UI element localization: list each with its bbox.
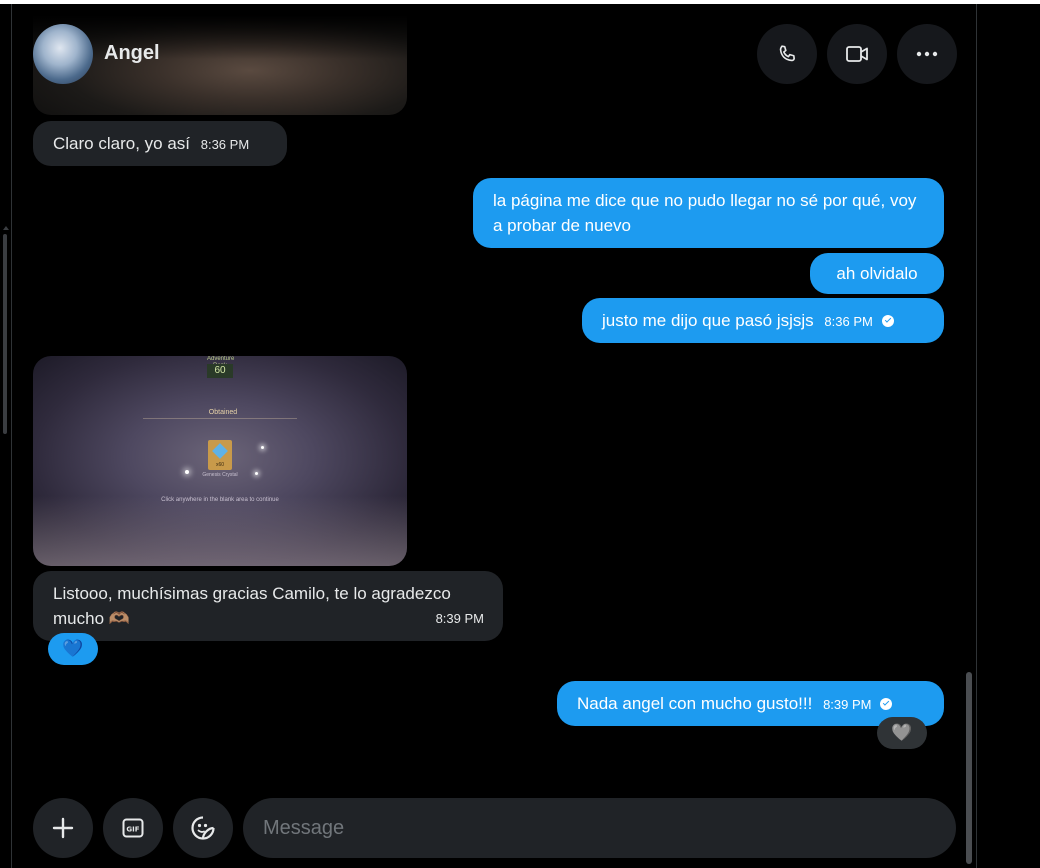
reaction-emoji: 💙 (62, 639, 84, 658)
video-call-button[interactable] (827, 24, 887, 84)
phone-icon (779, 45, 795, 62)
more-options-button[interactable] (897, 24, 957, 84)
message-text: Listooo, muchísimas gracias Camilo, te l… (53, 584, 451, 628)
video-icon (846, 46, 868, 62)
obtained-label: Obtained (208, 409, 238, 416)
rank-value: 60 (207, 364, 233, 378)
message-time: 8:39 PM (823, 697, 872, 712)
sticker-icon (191, 816, 215, 840)
panel-right-border (976, 4, 977, 868)
message-time: 8:36 PM (200, 137, 250, 152)
sticker-button[interactable] (173, 798, 233, 858)
conversation-scrollbar[interactable] (966, 672, 972, 864)
sparkle (261, 446, 264, 449)
more-icon (916, 51, 938, 57)
reaction-badge[interactable]: 🩶 (877, 717, 927, 749)
message-time: 8:36 PM (824, 314, 873, 329)
read-receipt-icon (881, 315, 894, 327)
message-text: la página me dice que no pudo llegar no … (493, 191, 917, 235)
reaction-emoji: 🩶 (891, 723, 913, 742)
item-card: x60 (208, 440, 232, 470)
svg-text:GIF: GIF (126, 826, 139, 834)
message-time: 8:39 PM (435, 611, 484, 626)
contact-name[interactable]: Angel (104, 42, 160, 65)
message-bubble-outgoing[interactable]: ah olvidalo (810, 253, 944, 294)
reaction-badge[interactable]: 💙 (48, 633, 98, 665)
image-attachment[interactable]: Adventure Rank 60 Obtained x60 Genesis C… (33, 356, 407, 566)
left-scrollbar[interactable] (3, 234, 7, 434)
gif-button[interactable]: GIF (103, 798, 163, 858)
message-text: Nada angel con mucho gusto!!! (577, 694, 813, 713)
sparkle (255, 472, 258, 475)
message-bubble-outgoing[interactable]: la página me dice que no pudo llegar no … (473, 178, 944, 248)
gif-icon: GIF (122, 818, 144, 838)
plus-icon (52, 817, 74, 839)
message-bubble-incoming[interactable]: Claro claro, yo así 8:36 PM (33, 121, 287, 166)
call-button[interactable] (757, 24, 817, 84)
message-text: Claro claro, yo así (53, 134, 190, 153)
item-name: Genesis Crystal (202, 472, 238, 478)
panel-left-border (11, 4, 12, 868)
sparkle (185, 470, 189, 474)
message-text: justo me dijo que pasó jsjsjs (602, 311, 814, 330)
add-attachment-button[interactable] (33, 798, 93, 858)
message-bubble-outgoing[interactable]: justo me dijo que pasó jsjsjs 8:36 PM (582, 298, 944, 343)
divider (143, 418, 297, 419)
message-bubble-incoming[interactable]: Listooo, muchísimas gracias Camilo, te l… (33, 571, 503, 641)
crystal-icon (212, 443, 228, 459)
left-scroll-arrow[interactable] (3, 226, 9, 230)
read-receipt-icon (880, 698, 893, 710)
message-input[interactable] (243, 798, 956, 858)
message-text: ah olvidalo (836, 264, 918, 283)
item-count: x60 (215, 462, 225, 468)
contact-avatar[interactable] (33, 24, 93, 84)
continue-hint: Click anywhere in the blank area to cont… (161, 497, 279, 503)
